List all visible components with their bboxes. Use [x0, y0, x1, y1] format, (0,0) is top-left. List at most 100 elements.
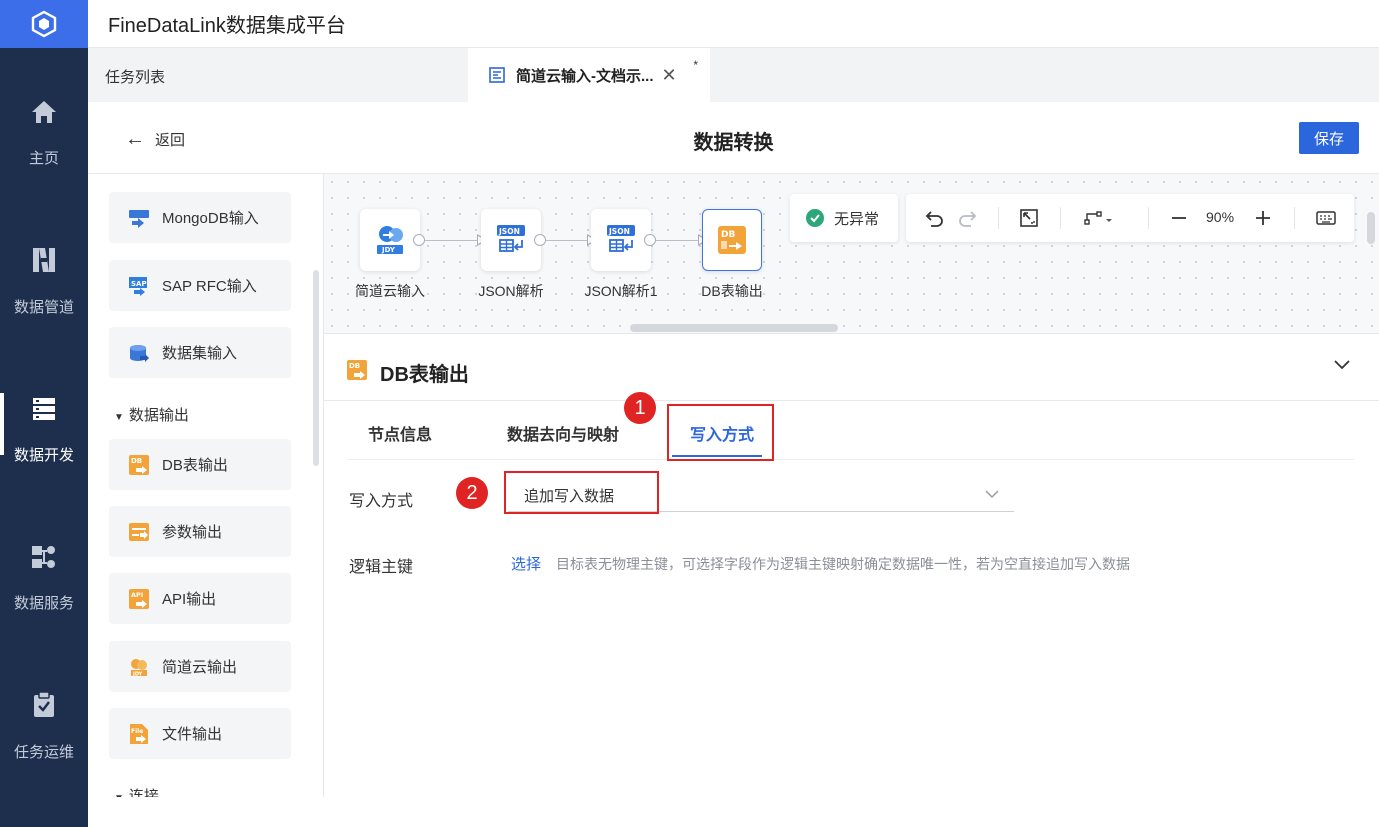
- palette-item-param-output[interactable]: 参数输出: [109, 506, 291, 557]
- caret-down-icon: ▼: [114, 412, 124, 423]
- page-title: 数据转换: [693, 132, 774, 154]
- db-output-icon: DB: [347, 360, 367, 380]
- palette-item-label: API输出: [162, 591, 217, 608]
- flow-node-label: JSON解析: [478, 283, 544, 299]
- tab-bar: 任务列表 简道云输入-文档示... ✕ *: [88, 48, 1379, 102]
- validation-status[interactable]: 无异常: [790, 194, 898, 242]
- canvas-vertical-scrollbar[interactable]: [1367, 212, 1375, 244]
- keyboard-icon[interactable]: [1314, 206, 1338, 230]
- close-icon[interactable]: ✕: [662, 65, 677, 86]
- rail-item-pipeline[interactable]: 数据管道: [0, 196, 88, 316]
- db-output-icon: DB: [718, 226, 746, 254]
- svg-text:SAP: SAP: [131, 280, 147, 288]
- palette-scrollbar[interactable]: [313, 270, 319, 466]
- tab-current-label: 简道云输入-文档示...: [516, 67, 654, 85]
- rail-item-label: 数据管道: [13, 299, 74, 316]
- service-icon: [29, 543, 59, 570]
- palette-item-label: SAP RFC输入: [162, 278, 257, 295]
- palette-item-label: 文件输出: [162, 726, 223, 743]
- api-output-icon: API: [129, 588, 149, 609]
- chevron-down-icon[interactable]: [1333, 357, 1351, 375]
- toolbar-divider: [1294, 207, 1295, 229]
- palette-item-db-output[interactable]: DB DB表输出: [109, 439, 291, 490]
- flow-node-label: JSON解析1: [584, 283, 658, 299]
- app-title: FineDataLink数据集成平台: [108, 15, 346, 37]
- palette-item-jdy-output[interactable]: JDY 简道云输出: [109, 641, 291, 692]
- home-icon: [29, 98, 59, 125]
- palette-item-file-output[interactable]: File 文件输出: [109, 708, 291, 759]
- canvas-horizontal-scrollbar[interactable]: [630, 324, 838, 332]
- rail-item-home[interactable]: 主页: [0, 48, 88, 168]
- rail-item-develop[interactable]: 数据开发: [0, 345, 88, 465]
- flow-canvas[interactable]: JDY 简道云输入 JSON JSON解析 JSON JSON解析1 DB DB…: [324, 174, 1379, 334]
- svg-text:DB: DB: [721, 230, 735, 240]
- redo-icon[interactable]: [956, 206, 980, 230]
- unsaved-mark: *: [693, 58, 698, 72]
- param-output-icon: [129, 522, 149, 541]
- palette-group-output[interactable]: ▼ 数据输出: [114, 404, 189, 425]
- rail-item-label: 数据开发: [13, 447, 74, 464]
- rail-item-ops[interactable]: 任务运维: [0, 641, 88, 761]
- tab-current-task[interactable]: 简道云输入-文档示... ✕ *: [468, 48, 710, 102]
- left-rail: 主页 数据管道 数据开发 数据服务 任务运维: [0, 0, 88, 827]
- logo-icon: [31, 10, 57, 38]
- flow-node-json-parse-1[interactable]: JSON: [591, 209, 651, 271]
- zoom-level: 90%: [1206, 209, 1235, 225]
- palette-item-mongodb[interactable]: MongoDB输入: [109, 192, 291, 243]
- rail-item-label: 数据服务: [13, 595, 74, 612]
- output-port[interactable]: [644, 234, 656, 246]
- json-parse-icon: JSON: [607, 225, 635, 252]
- flow-edge[interactable]: [656, 240, 698, 241]
- json-parse-icon: JSON: [497, 225, 525, 252]
- tab-data-mapping[interactable]: 数据去向与映射: [507, 421, 619, 445]
- logic-key-select-link[interactable]: 选择: [511, 553, 541, 574]
- save-button[interactable]: 保存: [1299, 122, 1359, 154]
- svg-text:API: API: [131, 591, 143, 599]
- tab-node-info[interactable]: 节点信息: [368, 421, 432, 445]
- flow-edge[interactable]: [546, 240, 587, 241]
- flow-node-label: 简道云输入: [355, 283, 425, 299]
- svg-text:JSON: JSON: [498, 227, 520, 236]
- panel-title: DB表输出: [380, 364, 469, 386]
- palette-item-label: 数据集输入: [162, 345, 238, 362]
- toolbar-divider: [1060, 207, 1061, 229]
- zoom-out-icon[interactable]: [1168, 206, 1190, 230]
- palette-item-label: 简道云输出: [162, 659, 238, 676]
- rail-item-service[interactable]: 数据服务: [0, 493, 88, 613]
- palette-item-dataset[interactable]: 数据集输入: [109, 327, 291, 378]
- palette-item-label: DB表输出: [162, 457, 228, 474]
- output-port[interactable]: [413, 234, 425, 246]
- pipeline-icon: [29, 246, 59, 274]
- flow-node-json-parse[interactable]: JSON: [481, 209, 541, 271]
- palette-item-sap[interactable]: SAP SAP RFC输入: [109, 260, 291, 311]
- step-badge-1: 1: [624, 392, 656, 424]
- output-port[interactable]: [534, 234, 546, 246]
- tab-task-list[interactable]: 任务列表: [105, 66, 165, 87]
- palette-group-connect[interactable]: ▼连接: [114, 785, 159, 797]
- step-badge-2: 2: [456, 477, 488, 509]
- palette-item-api-output[interactable]: API API输出: [109, 573, 291, 624]
- highlight-box-write-mode-tab: [667, 404, 774, 461]
- palette-item-label: MongoDB输入: [162, 210, 259, 227]
- top-bar: FineDataLink数据集成平台: [88, 0, 1379, 48]
- file-output-icon: File: [130, 723, 148, 744]
- svg-text:JDY: JDY: [381, 246, 396, 254]
- mongodb-icon: [129, 209, 149, 228]
- tabs-divider: [348, 459, 1354, 460]
- logic-key-hint: 目标表无物理主键，可选择字段作为逻辑主键映射确定数据唯一性，若为空直接追加写入数…: [556, 556, 1130, 572]
- palette-item-label: 参数输出: [162, 524, 223, 541]
- fit-view-icon[interactable]: [1016, 206, 1042, 230]
- flow-node-db-output[interactable]: DB: [702, 209, 762, 271]
- flow-edge[interactable]: [425, 240, 477, 241]
- flow-node-jdy-input[interactable]: JDY: [360, 209, 420, 271]
- flow-node-label: DB表输出: [701, 283, 763, 299]
- app-logo[interactable]: [0, 0, 88, 48]
- palette-group-label: 数据输出: [128, 407, 189, 424]
- svg-text:File: File: [131, 728, 143, 735]
- check-circle-icon: [806, 209, 824, 227]
- undo-icon[interactable]: [922, 206, 946, 230]
- zoom-in-icon[interactable]: [1252, 206, 1274, 230]
- db-output-icon: DB: [129, 454, 149, 475]
- highlight-box-write-mode-select: [504, 471, 659, 514]
- layout-icon[interactable]: [1082, 206, 1118, 230]
